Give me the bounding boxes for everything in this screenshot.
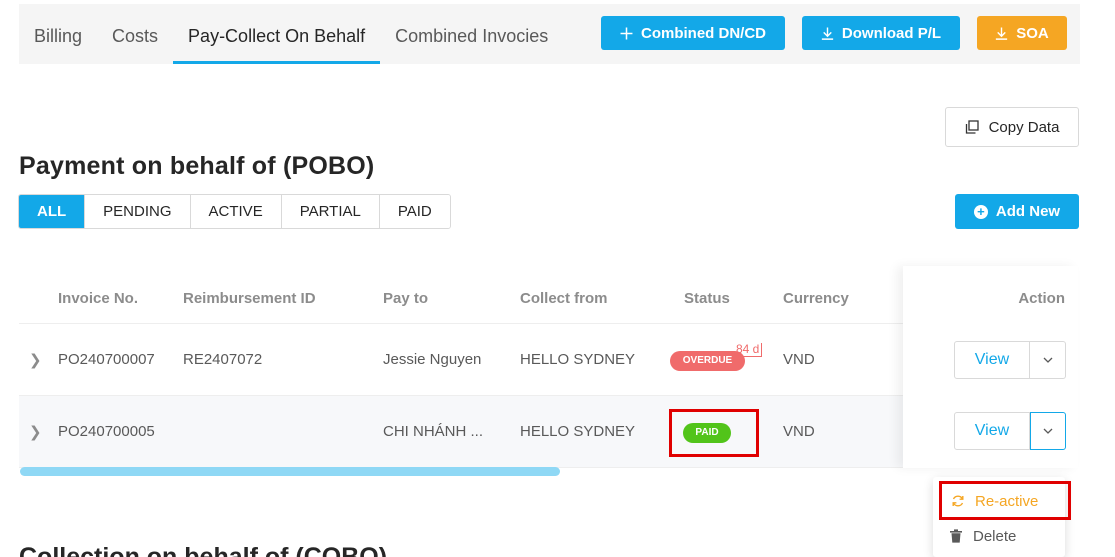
copy-data-label: Copy Data: [988, 118, 1060, 136]
pay-to: CHI NHÁNH ...: [383, 423, 484, 440]
add-new-button[interactable]: + Add New: [955, 194, 1079, 229]
invoice-no: PO240700007: [58, 351, 155, 368]
tab-combined-invoices[interactable]: Combined Invocies: [380, 4, 563, 64]
copy-icon: [965, 120, 979, 134]
currency: VND: [783, 351, 815, 368]
tab-billing[interactable]: Billing: [19, 4, 97, 64]
currency: VND: [783, 423, 815, 440]
next-section-title: Collection on behalf of (COBO): [19, 543, 388, 557]
download-pl-button[interactable]: Download P/L: [802, 16, 960, 50]
tab-list: Billing Costs Pay-Collect On Behalf Comb…: [19, 4, 563, 64]
header-status: Status: [684, 290, 730, 307]
filter-pending[interactable]: PENDING: [85, 195, 191, 228]
highlight-box-reactive: [939, 481, 1071, 520]
plus-icon: [620, 27, 633, 39]
add-new-label: Add New: [995, 203, 1061, 220]
view-button[interactable]: View: [954, 412, 1030, 450]
chevron-right-icon[interactable]: ❯: [29, 351, 42, 369]
header-invoice-no: Invoice No.: [58, 290, 139, 307]
collect-from: HELLO SYDNEY: [520, 423, 636, 440]
combined-dn-cd-button[interactable]: Combined DN/CD: [601, 16, 785, 50]
download-icon: [996, 27, 1008, 40]
filter-all[interactable]: ALL: [19, 195, 86, 228]
more-actions-button[interactable]: [1030, 412, 1066, 450]
section-title: Payment on behalf of (POBO): [19, 152, 375, 180]
trash-icon: [950, 529, 962, 543]
filter-active[interactable]: ACTIVE: [190, 195, 282, 228]
reimbursement-id: RE2407072: [183, 351, 263, 368]
highlight-box-status: [669, 409, 759, 457]
view-button[interactable]: View: [954, 341, 1030, 379]
status-badge: OVERDUE: [670, 351, 745, 371]
filter-paid[interactable]: PAID: [379, 195, 450, 228]
chevron-right-icon[interactable]: ❯: [29, 423, 42, 441]
horizontal-scrollbar[interactable]: [20, 467, 560, 476]
header-currency: Currency: [783, 290, 849, 307]
invoice-no: PO240700005: [58, 423, 155, 440]
chevron-down-icon: [1043, 357, 1052, 363]
soa-button[interactable]: SOA: [977, 16, 1067, 50]
header-action: Action: [1018, 290, 1065, 307]
row-action-split-button: View: [954, 412, 1066, 450]
filter-partial[interactable]: PARTIAL: [281, 195, 380, 228]
chevron-down-icon: [1043, 428, 1053, 434]
menu-item-delete[interactable]: Delete: [933, 519, 1065, 553]
copy-data-button[interactable]: Copy Data: [945, 107, 1079, 147]
collect-from: HELLO SYDNEY: [520, 351, 636, 368]
soa-label: SOA: [1016, 24, 1049, 42]
menu-item-delete-label: Delete: [973, 527, 1017, 545]
combined-dn-cd-label: Combined DN/CD: [641, 24, 766, 42]
download-pl-label: Download P/L: [841, 24, 942, 42]
action-column: Action View View: [903, 266, 1078, 468]
tab-costs[interactable]: Costs: [97, 4, 173, 64]
header-collect-from: Collect from: [520, 290, 608, 307]
more-actions-button[interactable]: [1030, 341, 1066, 379]
tab-pay-collect-on-behalf[interactable]: Pay-Collect On Behalf: [173, 4, 381, 64]
pay-to: Jessie Nguyen: [383, 351, 482, 368]
header-pay-to: Pay to: [383, 290, 429, 307]
header-reimbursement-id: Reimbursement ID: [183, 290, 316, 307]
row-action-split-button: View: [954, 341, 1066, 379]
download-icon: [821, 27, 834, 40]
status-filter-group: ALL PENDING ACTIVE PARTIAL PAID: [18, 194, 451, 229]
plus-circle-icon: +: [973, 204, 988, 219]
